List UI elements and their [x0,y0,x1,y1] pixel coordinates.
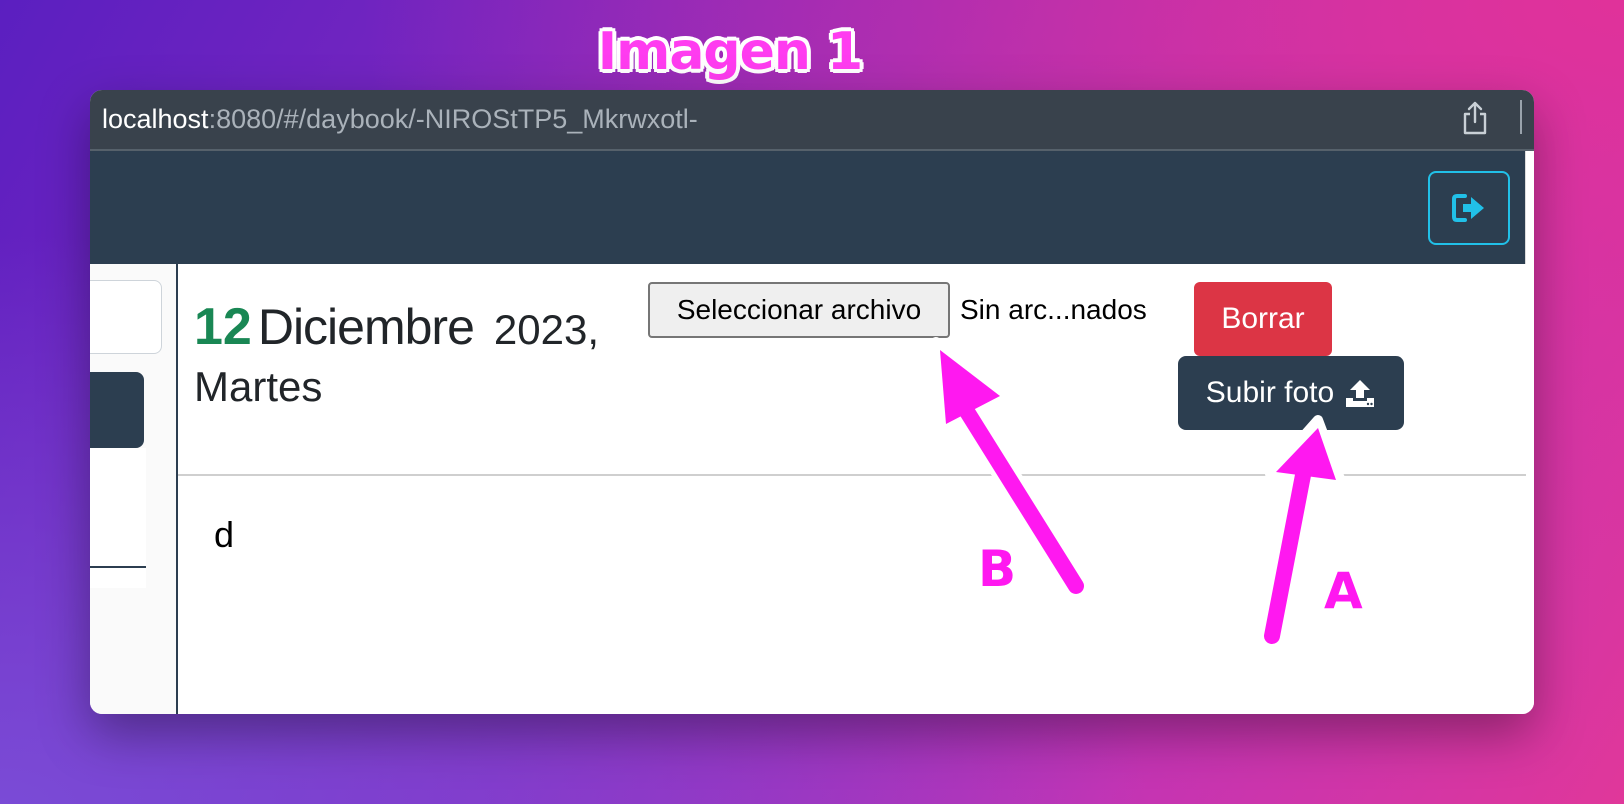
browser-window: localhost:8080/#/daybook/-NIROStTP5_Mkrw… [90,90,1534,714]
select-file-button[interactable]: Seleccionar archivo [648,282,950,338]
url-text[interactable]: localhost:8080/#/daybook/-NIROStTP5_Mkrw… [102,104,698,135]
entry-month: Diciembre [257,299,475,355]
entry-date: 12 Diciembre 2023, Martes [194,290,644,418]
sidebar-entry-divider [90,566,146,568]
image-caption: Imagen 1 [597,22,863,82]
url-path: :8080/#/daybook/-NIROStTP5_Mkrwxotl- [208,104,698,134]
entry-weekday: Martes [194,363,323,411]
upload-photo-button[interactable]: Subir foto [1178,356,1404,430]
delete-button[interactable]: Borrar [1194,282,1332,356]
upload-icon [1346,380,1375,407]
logout-button[interactable] [1428,171,1510,245]
entry-header-divider [178,474,1526,476]
entry-body-text[interactable]: d [214,514,234,556]
toolbar-separator [1520,100,1522,134]
url-host: localhost [102,104,209,134]
entry-year: 2023, [493,306,600,353]
share-icon[interactable] [1460,100,1490,136]
page-scrollbar[interactable] [1525,151,1534,714]
sidebar [90,264,178,714]
sign-out-icon [1452,194,1484,222]
upload-photo-label: Subir foto [1205,376,1335,409]
annotation-label-a: A [1324,562,1363,620]
sidebar-search-input[interactable] [90,280,162,354]
address-bar[interactable]: localhost:8080/#/daybook/-NIROStTP5_Mkrw… [90,90,1534,151]
sidebar-new-entry-button[interactable] [90,372,144,448]
entry-day: 12 [194,298,252,356]
annotation-label-b: B [978,540,1017,598]
top-navbar [90,151,1526,264]
file-status-text: Sin arc...nados [960,294,1147,325]
entry-view: 12 Diciembre 2023, Martes Seleccionar arch… [178,264,1526,714]
